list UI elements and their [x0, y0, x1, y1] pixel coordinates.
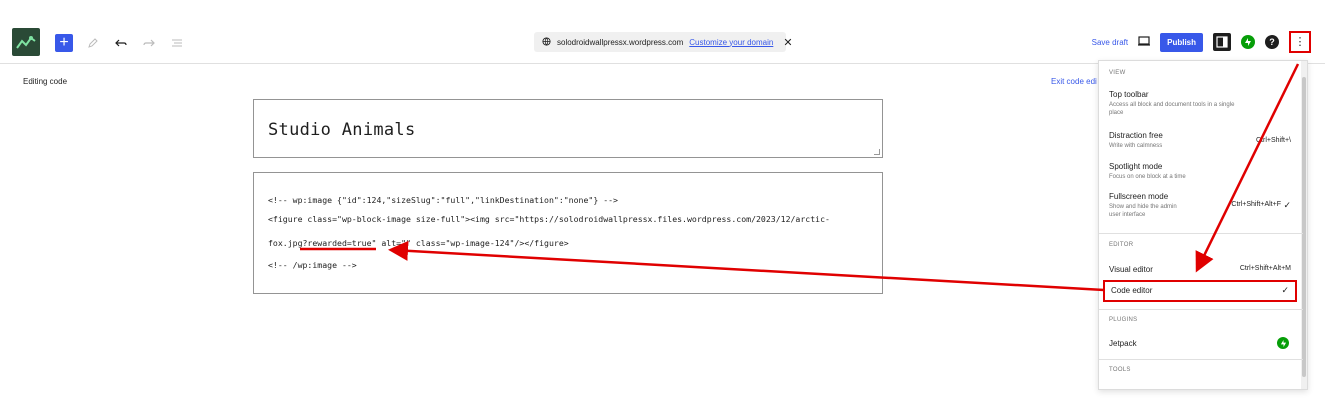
shortcut-text: Ctrl+Shift+\ — [1255, 137, 1291, 144]
exit-code-editor-link[interactable]: Exit code editor — [1051, 77, 1097, 86]
post-title-text: Studio Animals — [268, 120, 416, 140]
publish-button[interactable]: Publish — [1160, 32, 1203, 52]
document-toolbar: + — [55, 34, 185, 52]
menu-item-description: user interface — [1109, 212, 1146, 218]
close-icon[interactable]: ✕ — [783, 36, 792, 49]
customize-domain-link[interactable]: Customize your domain — [689, 38, 773, 47]
menu-item-description: Access all block and document tools in a… — [1109, 102, 1235, 108]
shortcut-text: Ctrl+Shift+Alt+F — [1231, 201, 1281, 208]
menu-divider — [1099, 233, 1303, 234]
sidebar-icon — [1216, 36, 1228, 48]
undo-icon[interactable] — [113, 35, 129, 51]
scrollbar-thumb[interactable] — [1302, 77, 1306, 377]
plus-icon: + — [59, 34, 69, 51]
chart-logo-icon — [16, 36, 36, 49]
editor-header: + solodroidwallpressx.wordpress.com Cust… — [0, 0, 1325, 64]
menu-item-fullscreen-mode[interactable]: Fullscreen mode Show and hide the admin … — [1103, 188, 1297, 223]
redo-icon[interactable] — [141, 35, 157, 51]
menu-scrollbar[interactable] — [1301, 61, 1307, 389]
resize-handle[interactable] — [874, 149, 880, 155]
menu-item-jetpack[interactable]: Jetpack — [1103, 335, 1297, 353]
header-actions: Save draft Publish ? ⋮ — [1092, 31, 1311, 53]
help-icon[interactable]: ? — [1265, 35, 1279, 49]
code-line: <!-- /wp:image --> — [268, 260, 357, 270]
code-line: fox.jpg?rewarded=true" alt="" class="wp-… — [268, 238, 569, 248]
code-line: <figure class="wp-block-image size-full"… — [268, 214, 830, 224]
menu-item-description: Focus on one block at a time — [1109, 174, 1186, 180]
document-overview-icon[interactable] — [169, 35, 185, 51]
menu-item-code-editor[interactable]: Code editor ✓ — [1103, 280, 1297, 302]
save-draft-button[interactable]: Save draft — [1092, 38, 1128, 47]
checkmark-icon: ✓ — [1283, 200, 1291, 210]
options-menu-button[interactable]: ⋮ — [1289, 31, 1311, 53]
editing-code-label: Editing code — [23, 77, 68, 86]
site-icon[interactable] — [12, 28, 40, 56]
shortcut-text: Ctrl+Shift+Alt+M — [1239, 265, 1291, 272]
plugins-section-heading: PLUGINS — [1109, 317, 1138, 323]
menu-item-distraction-free[interactable]: Distraction free Write with calmness Ctr… — [1103, 127, 1297, 154]
post-title-field[interactable]: Studio Animals — [253, 99, 883, 158]
jetpack-icon[interactable] — [1241, 35, 1255, 49]
add-block-button[interactable]: + — [55, 34, 73, 52]
menu-item-label: Top toolbar — [1109, 90, 1149, 99]
menu-item-label: Fullscreen mode — [1109, 192, 1169, 201]
view-section-heading: VIEW — [1109, 70, 1126, 76]
globe-icon — [542, 36, 551, 48]
preview-device-icon[interactable] — [1138, 33, 1151, 51]
tools-section-heading: TOOLS — [1109, 367, 1131, 373]
settings-sidebar-button[interactable] — [1213, 33, 1231, 51]
site-url: solodroidwallpressx.wordpress.com — [557, 37, 684, 47]
menu-item-label: Jetpack — [1109, 339, 1137, 348]
tools-pencil-icon[interactable] — [85, 35, 101, 51]
checkmark-icon: ✓ — [1281, 285, 1289, 295]
menu-divider — [1099, 309, 1303, 310]
command-palette-bar[interactable]: solodroidwallpressx.wordpress.com Custom… — [534, 32, 793, 52]
options-dropdown-menu: VIEW Top toolbar Access all block and do… — [1098, 60, 1308, 390]
menu-item-label: Spotlight mode — [1109, 162, 1163, 171]
menu-item-label: Code editor — [1111, 286, 1153, 295]
menu-item-description: place — [1109, 110, 1124, 116]
menu-item-spotlight-mode[interactable]: Spotlight mode Focus on one block at a t… — [1103, 158, 1297, 185]
menu-item-top-toolbar[interactable]: Top toolbar Access all block and documen… — [1103, 86, 1297, 121]
menu-item-visual-editor[interactable]: Visual editor Ctrl+Shift+Alt+M — [1103, 261, 1297, 278]
code-editor-textarea[interactable]: <!-- wp:image {"id":124,"sizeSlug":"full… — [253, 172, 883, 294]
menu-divider — [1099, 359, 1303, 360]
editor-section-heading: EDITOR — [1109, 242, 1134, 248]
jetpack-icon — [1277, 337, 1289, 349]
code-line: <!-- wp:image {"id":124,"sizeSlug":"full… — [268, 195, 618, 205]
